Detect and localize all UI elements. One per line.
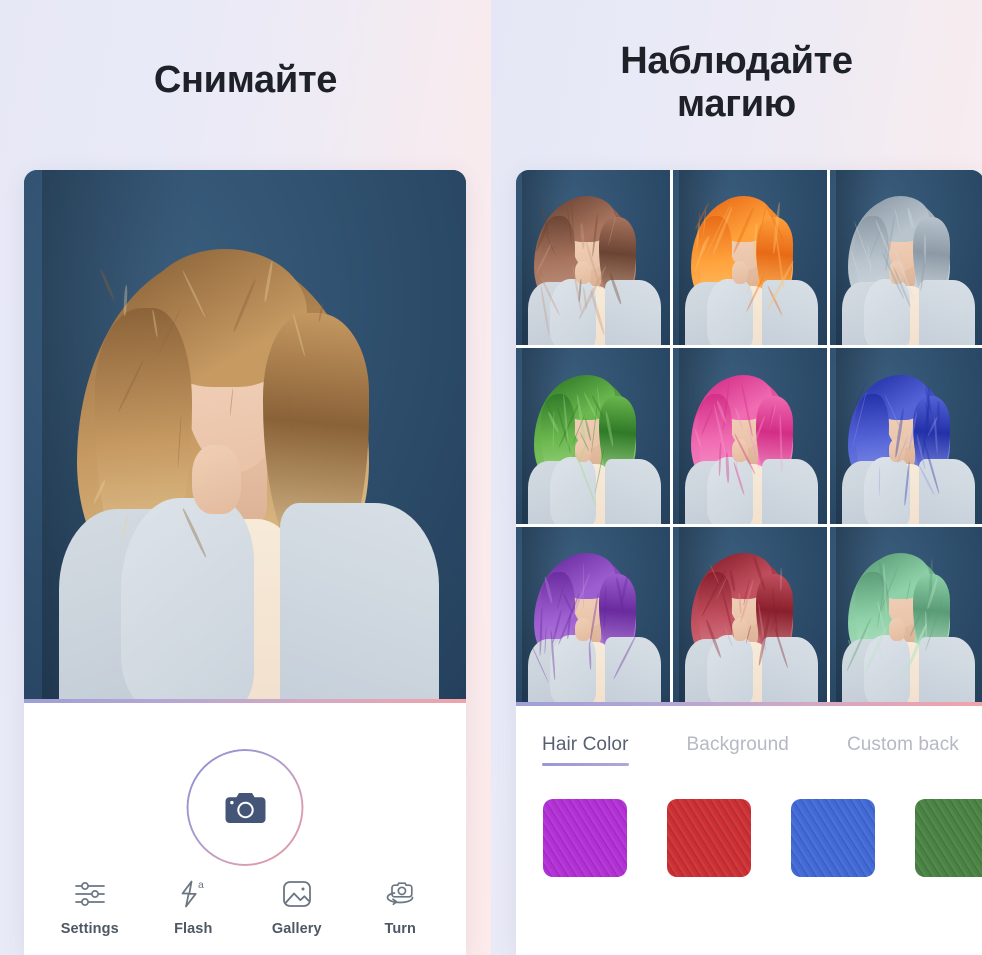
hair-color-thumb-brown[interactable]: [516, 170, 670, 345]
toolbar-label-gallery: Gallery: [272, 921, 322, 937]
hair-strand-texture: [24, 170, 466, 699]
portrait-image: [516, 348, 670, 523]
app-root: Снимайте Settings a Flash Gallery Turn Н…: [0, 0, 982, 955]
hair-strand-texture: [516, 527, 670, 702]
shutter-button[interactable]: [187, 749, 304, 866]
portrait-image: [830, 348, 982, 523]
blue-swatch[interactable]: [791, 799, 875, 877]
hair-color-thumb-pink[interactable]: [673, 348, 827, 523]
image-icon: [280, 876, 314, 912]
flash-auto-badge: a: [198, 879, 204, 891]
green-swatch[interactable]: [915, 799, 982, 877]
editor-tabs: Hair Color Background Custom back: [516, 706, 982, 766]
hair-color-grid: [516, 170, 982, 702]
toolbar-label-turn: Turn: [384, 921, 416, 937]
hair-color-thumb-silver[interactable]: [830, 170, 982, 345]
sliders-icon: [73, 876, 107, 912]
purple-swatch[interactable]: [543, 799, 627, 877]
flash-auto-icon: a: [176, 876, 210, 912]
tab-hair-color[interactable]: Hair Color: [542, 734, 629, 766]
toolbar-label-settings: Settings: [61, 921, 119, 937]
hair-strand-texture: [830, 348, 982, 523]
phone-card-results: Hair Color Background Custom back: [516, 170, 982, 955]
camera-rotate-icon: [382, 876, 418, 912]
hair-color-thumb-purple[interactable]: [516, 527, 670, 702]
portrait-image: [24, 170, 466, 699]
page-title-magic: Наблюдайте магию: [491, 40, 982, 126]
hair-color-thumb-dark-red[interactable]: [673, 527, 827, 702]
toolbar-label-flash: Flash: [174, 921, 212, 937]
hair-color-thumb-blue[interactable]: [830, 348, 982, 523]
toolbar-item-gallery[interactable]: Gallery: [254, 876, 340, 937]
phone-card-camera: Settings a Flash Gallery Turn: [24, 170, 466, 955]
portrait-image: [516, 170, 670, 345]
hair-strand-texture: [830, 170, 982, 345]
hair-color-thumb-green[interactable]: [516, 348, 670, 523]
page-title-magic-line1: Наблюдайте: [491, 40, 982, 83]
toolbar-item-flash[interactable]: a Flash: [150, 876, 236, 937]
tab-custom-back[interactable]: Custom back: [847, 734, 959, 766]
color-swatch-row: [516, 766, 982, 877]
hair-color-thumb-mint[interactable]: [830, 527, 982, 702]
camera-toolbar: Settings a Flash Gallery Turn: [24, 876, 466, 937]
portrait-image: [830, 170, 982, 345]
portrait-image: [673, 170, 827, 345]
page-title-magic-line2: магию: [491, 83, 982, 126]
toolbar-item-turn[interactable]: Turn: [357, 876, 443, 937]
red-swatch[interactable]: [667, 799, 751, 877]
portrait-image: [673, 527, 827, 702]
hair-strand-texture: [673, 527, 827, 702]
toolbar-item-settings[interactable]: Settings: [47, 876, 133, 937]
tab-background[interactable]: Background: [687, 734, 789, 766]
hair-color-thumb-orange[interactable]: [673, 170, 827, 345]
hair-strand-texture: [830, 527, 982, 702]
panel-capture: Снимайте Settings a Flash Gallery Turn: [0, 0, 491, 955]
hair-strand-texture: [516, 348, 670, 523]
editor-panel: Hair Color Background Custom back: [516, 706, 982, 955]
portrait-image: [830, 527, 982, 702]
hair-strand-texture: [673, 170, 827, 345]
panel-magic: Наблюдайте магию Hair Color Background Cus…: [491, 0, 982, 955]
page-title-capture: Снимайте: [0, 59, 491, 102]
camera-icon: [224, 790, 266, 826]
portrait-image: [516, 527, 670, 702]
hair-strand-texture: [673, 348, 827, 523]
portrait-image: [673, 348, 827, 523]
camera-controls: Settings a Flash Gallery Turn: [24, 703, 466, 955]
camera-preview: [24, 170, 466, 699]
hair-strand-texture: [516, 170, 670, 345]
